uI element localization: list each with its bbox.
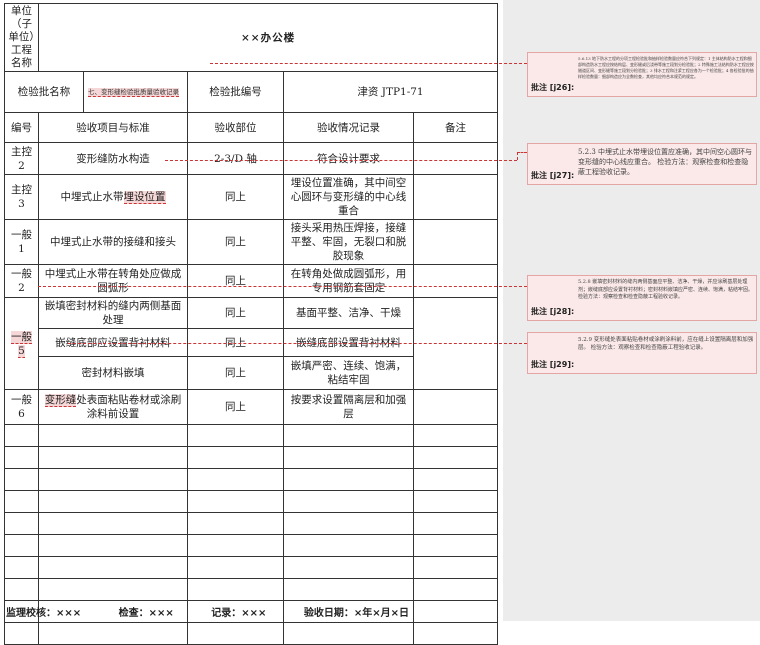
empty-row [4,622,499,645]
unit-label: 单位（子单位）工程名称 [4,3,39,72]
highlight-anchor-j29[interactable]: 变形缝 [44,394,77,407]
row-part: 同上 [187,297,284,329]
row-record: 符合设计要求 [283,142,414,175]
empty-row [4,578,499,601]
row-item: 中埋式止水带在转角处应做成圆弧形 [38,264,188,298]
table-row: 主控 2 变形缝防水构造 2-3/D 轴 符合设计要求 [4,142,499,175]
comment-text: 5.2.8 嵌填密封材料的缝内两侧基面应平整、洁净、干燥，并应涂刷基层处理剂；嵌… [578,279,754,300]
comment-label: 批注 [j26]: [531,83,575,92]
project-name: ××办公楼 [37,3,499,72]
row-part: 同上 [187,174,284,220]
date-field: 验收日期：×年×月×日 [303,608,410,619]
header-row-project: 单位（子单位）工程名称 ××办公楼 [4,3,499,72]
comment-label: 批注 [j28]: [531,307,575,316]
col-header-part: 验收部位 [187,112,284,143]
comment-label: 批注 [j27]: [531,171,575,180]
row-part: 同上 [187,356,284,390]
row-item: 密封材料嵌填 [38,356,188,390]
row-record: 在转角处做成圆弧形，用专用钢筋套固定 [283,264,414,298]
row-no: 一般 1 [4,219,39,265]
comment-leader-j29 [68,343,527,344]
row-remark [412,142,499,175]
row-remark [412,264,499,298]
empty-row [4,556,499,579]
batch-name-label: 检验批名称 [5,72,84,112]
row-remark [412,389,499,425]
comment-j27[interactable]: 5.2.3 中埋式止水带埋设位置应准确，其中间空心圆环与变形缝的中心线应重合。 … [527,143,757,185]
table-row: 一般 1 中埋式止水带的接缝和接头 同上 接头采用热压焊接，接缝平整、牢固，无裂… [4,219,499,265]
header-row-batch: 检验批名称 七、变形缝检验批质量验收记录 检验批编号 津资 JTP1-71 [4,71,499,113]
row-remark [412,219,499,265]
table-row: 主控 3 中埋式止水带埋设位置 同上 埋设位置准确，其中间空心圆环与变形缝的中心… [4,174,499,220]
col-header-item: 验收项目与标准 [38,112,188,143]
empty-row [4,468,499,491]
row-remark [412,174,499,220]
supervisor-field: 监理校核：××× [6,608,82,619]
row-item: 中埋式止水带的接缝和接头 [38,219,188,265]
highlight-anchor-j28[interactable]: 一般 5 [11,330,32,358]
empty-row [4,424,499,447]
row-no: 主控 2 [4,142,39,175]
row-item: 变形缝处表面粘贴卷材或涂刷涂料前设置 [38,389,188,425]
empty-row [4,534,499,557]
comment-leader-j27 [165,160,517,161]
highlight-anchor-j27[interactable]: 埋设位置 [123,191,166,204]
comment-label: 批注 [j29]: [531,360,575,369]
column-header-row: 编号 验收项目与标准 验收部位 验收情况记录 备注 [4,112,499,143]
row-record: 嵌填严密、连续、饱满，粘结牢固 [283,356,414,390]
row-item: 嵌填密封材料的缝内两侧基面处理 [38,297,188,329]
table-row: 一般 5 嵌填密封材料的缝内两侧基面处理 同上 基面平整、洁净、干燥 [4,297,499,390]
empty-row [4,512,499,535]
row-record: 埋设位置准确，其中间空心圆环与变形缝的中心线重合 [283,174,414,220]
row-part: 同上 [187,389,284,425]
row-item: 中埋式止水带埋设位置 [38,174,188,220]
comment-leader-j26 [210,63,527,64]
comment-leader-j28 [38,286,527,287]
batch-no-value: 津资 JTP1-71 [282,71,499,113]
comment-j28[interactable]: 5.2.8 嵌填密封材料的缝内两侧基面应平整、洁净、干燥，并应涂刷基层处理剂；嵌… [527,275,757,321]
row-record: 按要求设置隔离层和加强层 [283,389,414,425]
comment-j29[interactable]: 5.2.9 变形缝处表面粘贴卷材或涂刷涂料前，应在缝上设置隔离层和加强层。 检验… [527,332,757,374]
row-record: 接头采用热压焊接，接缝平整、牢固，无裂口和脱胶现象 [283,219,414,265]
row-record: 基面平整、洁净、干燥 [283,297,414,329]
signature-footer: 监理校核：××× 检查：××× 记录：××× 验收日期：×年×月×日 [6,604,443,619]
empty-row [4,490,499,513]
batch-name-value[interactable]: 七、变形缝检验批质量验收记录 [88,88,179,97]
batch-no-label: 检验批编号 [187,71,284,113]
table-row: 一般 2 中埋式止水带在转角处应做成圆弧形 同上 在转角处做成圆弧形，用专用钢筋… [4,264,499,298]
row-part: 同上 [187,219,284,265]
document-page: 单位（子单位）工程名称 ××办公楼 检验批名称 七、变形缝检验批质量验收记录 检… [0,0,503,645]
col-header-record: 验收情况记录 [283,112,414,143]
inspector-field: 检查：××× [118,608,174,619]
recorder-field: 记录：××× [211,608,267,619]
row-item: 变形缝防水构造 [38,142,188,175]
row-no: 一般 2 [4,264,39,298]
inspection-form-table: 单位（子单位）工程名称 ××办公楼 检验批名称 七、变形缝检验批质量验收记录 检… [4,3,499,645]
col-header-remark: 备注 [412,112,499,143]
comment-text: 5.2.3 中埋式止水带埋设位置应准确，其中间空心圆环与变形缝的中心线应重合。 … [578,148,753,176]
table-row: 一般 6 变形缝处表面粘贴卷材或涂刷涂料前设置 同上 按要求设置隔离层和加强层 [4,389,499,425]
empty-row [4,446,499,469]
row-no: 一般 5 [4,297,39,390]
row-no: 一般 6 [4,389,39,425]
row-part: 2-3/D 轴 [187,142,284,175]
comment-j26[interactable]: 5.6.13 地下防水工程的分项工程检验批和抽样检验数量应符合下列规定：1 主体… [527,52,757,97]
row-part: 同上 [187,264,284,298]
comment-text: 5.6.13 地下防水工程的分项工程检验批和抽样检验数量应符合下列规定：1 主体… [578,56,754,79]
comment-text: 5.2.9 变形缝处表面粘贴卷材或涂刷涂料前，应在缝上设置隔离层和加强层。 检验… [578,337,754,351]
col-header-no: 编号 [4,112,39,143]
row-no: 主控 3 [4,174,39,220]
